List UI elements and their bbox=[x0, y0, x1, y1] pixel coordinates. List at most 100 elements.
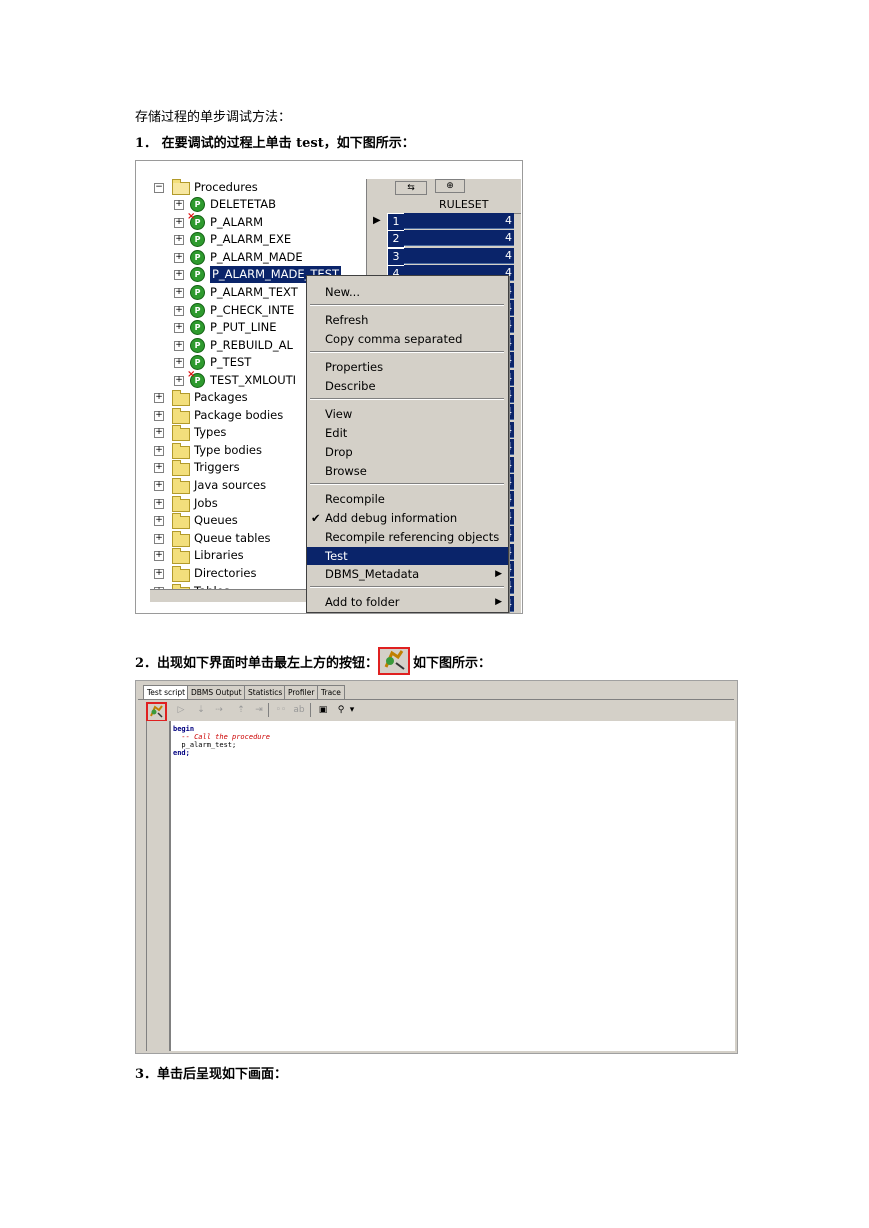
chevron-down-icon[interactable]: ▾ bbox=[348, 703, 356, 717]
expand-icon[interactable]: + bbox=[174, 288, 184, 298]
grid-toolbar-icon[interactable]: ⊕ bbox=[435, 179, 465, 193]
tree-item-label: P_ALARM_TEXT bbox=[210, 285, 298, 299]
expand-icon[interactable]: + bbox=[174, 200, 184, 210]
expand-icon[interactable]: + bbox=[154, 481, 164, 491]
procedure-icon: P bbox=[190, 249, 205, 265]
collapse-icon[interactable]: − bbox=[154, 183, 164, 193]
menu-item-refresh[interactable]: Refresh bbox=[307, 311, 508, 329]
row-number[interactable]: 3 bbox=[387, 247, 405, 266]
tree-item-label: P_CHECK_INTE bbox=[210, 302, 295, 317]
expand-icon[interactable]: + bbox=[154, 498, 164, 509]
folder-icon bbox=[172, 407, 190, 424]
procedure-icon: P bbox=[190, 285, 205, 300]
menu-item-add-to-folder[interactable]: Add to folder ▶ bbox=[307, 593, 508, 611]
tab-trace[interactable]: Trace bbox=[317, 685, 345, 700]
expand-icon[interactable]: + bbox=[154, 463, 164, 474]
grid-cell[interactable]: 4 bbox=[404, 213, 514, 229]
tab-statistics[interactable]: Statistics bbox=[244, 685, 287, 700]
expand-icon[interactable]: + bbox=[154, 551, 164, 562]
tree-item-label: Package bodies bbox=[194, 407, 284, 422]
editor-gutter bbox=[146, 721, 170, 1051]
toggle-breakpoint-icon[interactable]: ◦◦ bbox=[274, 703, 288, 717]
grid-column-header[interactable]: RULESET bbox=[439, 197, 519, 213]
execute-button[interactable] bbox=[146, 702, 167, 722]
menu-item-new[interactable]: New... bbox=[307, 283, 508, 301]
grid-row[interactable]: ▶ 1 4 bbox=[367, 213, 521, 231]
context-menu: New... Refresh Copy comma separated Propert… bbox=[306, 275, 509, 613]
tree-item-label: Triggers bbox=[194, 460, 240, 475]
tab-dbms-output[interactable]: DBMS Output bbox=[187, 685, 246, 700]
run-to-exception-icon[interactable]: ⇥ bbox=[252, 703, 266, 717]
menu-item-label: New... bbox=[325, 285, 360, 299]
menu-item-properties[interactable]: Properties bbox=[307, 358, 508, 376]
menu-item-drop[interactable]: Drop bbox=[307, 443, 508, 461]
row-number[interactable]: 2 bbox=[387, 230, 405, 249]
menu-item-view[interactable]: View bbox=[307, 405, 508, 423]
folder-icon bbox=[172, 442, 190, 459]
folder-icon bbox=[172, 478, 190, 494]
grid-toolbar-icon[interactable]: ⇆ bbox=[395, 181, 427, 195]
grid-cell[interactable]: 4 bbox=[404, 247, 514, 264]
menu-item-label: Add to folder bbox=[325, 595, 400, 609]
menu-item-label: Recompile referencing objects bbox=[325, 530, 500, 544]
grid-row[interactable]: 24 bbox=[367, 230, 521, 249]
expand-icon[interactable]: + bbox=[174, 305, 184, 316]
expand-icon[interactable]: + bbox=[174, 217, 184, 228]
tab-test-script[interactable]: Test script bbox=[143, 685, 190, 700]
menu-item-label: Edit bbox=[325, 426, 348, 440]
expand-icon[interactable]: + bbox=[174, 340, 184, 351]
menu-item-add-debug-information[interactable]: ✔ Add debug information bbox=[307, 509, 508, 527]
row-number[interactable]: 1 bbox=[387, 213, 405, 231]
folder-icon bbox=[172, 460, 190, 477]
step-over-icon[interactable]: ⇢ bbox=[212, 703, 226, 717]
window-icon[interactable]: ▣ bbox=[316, 703, 330, 717]
expand-icon[interactable]: + bbox=[154, 516, 164, 527]
tab-profiler[interactable]: Profiler bbox=[284, 685, 319, 700]
folder-icon bbox=[172, 390, 190, 406]
menu-item-label: Describe bbox=[325, 379, 376, 393]
open-folder-icon bbox=[172, 179, 190, 195]
menu-item-label: DBMS_Metadata bbox=[325, 567, 420, 581]
expand-icon[interactable]: + bbox=[174, 252, 184, 263]
expand-icon[interactable]: + bbox=[154, 393, 164, 403]
expand-icon[interactable]: + bbox=[174, 235, 184, 246]
tree-item-label: DELETETAB bbox=[210, 197, 276, 211]
code-editor[interactable]: begin -- Call the procedure p_alarm_test… bbox=[170, 721, 735, 1051]
menu-item-label: Refresh bbox=[325, 313, 369, 327]
expand-icon[interactable]: + bbox=[154, 445, 164, 456]
menu-item-label: Test bbox=[325, 549, 348, 563]
search-icon[interactable]: ⚲ bbox=[334, 703, 348, 717]
procedure-icon: P bbox=[187, 368, 205, 388]
step-play-icon[interactable]: ▷ bbox=[174, 703, 188, 717]
menu-item-recompile-referencing-objects[interactable]: Recompile referencing objects bbox=[307, 528, 508, 546]
step-into-icon[interactable]: ⇣ bbox=[194, 703, 208, 717]
step2-text: 2．出现如下界面时单击最左上方的按钮： ，如下图所示： bbox=[135, 646, 491, 675]
menu-item-label: Drop bbox=[325, 445, 353, 459]
tree-item-label: Types bbox=[194, 425, 227, 440]
expand-icon[interactable]: + bbox=[174, 376, 184, 386]
grid-cell[interactable]: 4 bbox=[404, 230, 514, 247]
expand-icon[interactable]: + bbox=[154, 569, 164, 579]
step-out-icon[interactable]: ⇡ bbox=[234, 703, 248, 717]
expand-icon[interactable]: + bbox=[174, 323, 184, 334]
expand-icon[interactable]: + bbox=[154, 410, 164, 421]
menu-separator bbox=[310, 586, 504, 588]
grid-row[interactable]: 34 bbox=[367, 247, 521, 266]
menu-item-edit[interactable]: Edit bbox=[307, 424, 508, 442]
menu-item-browse[interactable]: Browse bbox=[307, 462, 508, 480]
variables-icon[interactable]: ab bbox=[292, 703, 306, 717]
menu-item-test[interactable]: Test bbox=[307, 547, 508, 565]
expand-icon[interactable]: + bbox=[154, 428, 164, 439]
procedure-icon: P bbox=[190, 232, 205, 248]
expand-icon[interactable]: + bbox=[154, 533, 164, 544]
menu-item-dbms-metadata[interactable]: DBMS_Metadata ▶ bbox=[307, 565, 508, 583]
menu-item-copy-comma-separated[interactable]: Copy comma separated bbox=[307, 330, 508, 348]
code-line: -- Call the procedure bbox=[173, 733, 270, 741]
menu-item-describe[interactable]: Describe bbox=[307, 377, 508, 395]
screenshot-procedure-tree: −Procedures+PDELETETAB+PP_ALARM+PP_ALARM… bbox=[135, 160, 523, 614]
step3-text: 3．单击后呈现如下画面： bbox=[135, 1067, 288, 1082]
expand-icon[interactable]: + bbox=[174, 358, 184, 369]
menu-item-recompile[interactable]: Recompile bbox=[307, 490, 508, 508]
procedure-icon: P bbox=[187, 210, 205, 230]
expand-icon[interactable]: + bbox=[174, 270, 184, 281]
